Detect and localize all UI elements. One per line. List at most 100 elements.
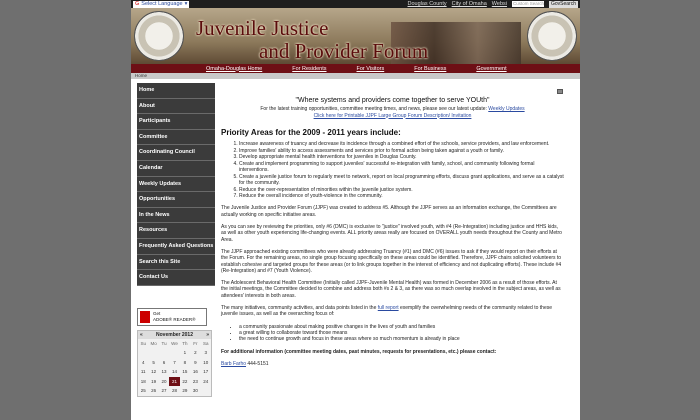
paragraph-behavioral-health: The Adolescent Behavioral Health Committ…: [221, 280, 561, 299]
main-nav: Omaha-Douglas Home For Residents For Vis…: [131, 64, 580, 73]
main-content: "Where systems and providers come togeth…: [217, 79, 574, 397]
calendar-day: [201, 386, 211, 396]
priority-list: Increase awareness of truancy and decrea…: [221, 141, 564, 199]
paragraph-committees: The JJPF approached existing committees …: [221, 248, 562, 274]
calendar-day[interactable]: 18: [138, 377, 148, 387]
sidebar-menu: Home About Participants Committee Coordi…: [137, 83, 215, 286]
calendar-month: November 2012: [156, 331, 193, 338]
calendar-day-of-week: Su: [140, 340, 146, 346]
calendar-day[interactable]: 4: [138, 358, 148, 368]
sidebar-item-participants[interactable]: Participants: [137, 114, 215, 130]
calendar-day[interactable]: 13: [159, 367, 169, 377]
sidebar-item-committee[interactable]: Committee: [137, 130, 215, 146]
priority-item: Create a juvenile justice forum to regul…: [239, 174, 564, 187]
calendar-day[interactable]: 28: [169, 386, 179, 396]
sidebar: Home About Participants Committee Coordi…: [131, 79, 217, 397]
print-icon[interactable]: [557, 89, 563, 94]
calendar-day[interactable]: 11: [138, 367, 148, 377]
contact-line: Barb Farho 444-5151: [221, 361, 564, 367]
calendar-day[interactable]: 26: [148, 386, 158, 396]
sidebar-item-faq[interactable]: Frequently Asked Questions: [137, 239, 215, 255]
calendar-day[interactable]: 16: [190, 367, 200, 377]
focus-list: a community passionate about making posi…: [221, 324, 564, 343]
sidebar-item-in-the-news[interactable]: In the News: [137, 208, 215, 224]
calendar-day[interactable]: 12: [148, 367, 158, 377]
calendar-day[interactable]: 6: [159, 358, 169, 368]
sidebar-item-opportunities[interactable]: Opportunities: [137, 192, 215, 208]
nav-for-visitors[interactable]: For Visitors: [342, 66, 400, 72]
douglas-county-link[interactable]: Douglas County: [408, 1, 447, 7]
calendar-grid: Su Mo Tu We Th Fr Sa 1 2 3 4 5 6 7 8 9 10 11 12 13 14 15 16 17 1…: [138, 339, 211, 396]
weekly-updates-link[interactable]: Weekly Updates: [488, 106, 524, 112]
select-language-label: Select Language: [141, 1, 183, 7]
sidebar-item-calendar[interactable]: Calendar: [137, 161, 215, 177]
sidebar-item-weekly-updates[interactable]: Weekly Updates: [137, 177, 215, 193]
additional-info-text: For additional information (committee me…: [221, 348, 497, 355]
calendar-day[interactable]: 19: [148, 377, 158, 387]
calendar-day-of-week: Th: [182, 340, 188, 346]
calendar-day[interactable]: 3: [201, 348, 211, 358]
priority-item: Reduce the overall incidence of youth-vi…: [239, 193, 564, 199]
sidebar-item-resources[interactable]: Resources: [137, 223, 215, 239]
language-selector[interactable]: G Select Language ▾: [133, 0, 190, 8]
sidebar-item-about[interactable]: About: [137, 99, 215, 115]
nav-for-residents[interactable]: For Residents: [277, 66, 341, 72]
calendar-day[interactable]: 27: [159, 386, 169, 396]
calendar-day: [148, 348, 158, 358]
sidebar-item-coordinating-council[interactable]: Coordinating Council: [137, 145, 215, 161]
sidebar-item-contact-us[interactable]: Contact Us: [137, 270, 215, 286]
search-input[interactable]: Custom Search: [511, 1, 544, 7]
calendar-day[interactable]: 7: [169, 358, 179, 368]
calendar-prev-icon[interactable]: «: [140, 332, 143, 338]
calendar-day[interactable]: 14: [169, 367, 179, 377]
chevron-down-icon: ▾: [184, 1, 188, 7]
calendar-day[interactable]: 29: [180, 386, 190, 396]
calendar-day[interactable]: 21: [169, 376, 180, 387]
top-utility-bar: G Select Language ▾ Douglas County City …: [131, 0, 580, 8]
calendar-day-of-week: Fr: [193, 340, 198, 346]
contact-phone: 444-5151: [247, 360, 269, 367]
priority-item: Increase awareness of truancy and decrea…: [239, 141, 564, 147]
calendar-day: [159, 348, 169, 358]
calendar-day[interactable]: 15: [180, 367, 190, 377]
city-seal-icon: [527, 11, 577, 61]
city-of-omaha-link[interactable]: City of Omaha: [452, 1, 487, 7]
paragraph-jjpf-created: The Juvenile Justice and Provider Forum …: [221, 205, 557, 218]
gosearch-button[interactable]: GovSearch: [548, 0, 578, 8]
calendar-day[interactable]: 10: [201, 358, 211, 368]
calendar-day[interactable]: 23: [190, 377, 200, 387]
priority-heading: Priority Areas for the 2009 - 2011 years…: [221, 128, 401, 137]
sidebar-item-home[interactable]: Home: [137, 83, 215, 99]
invitation-link[interactable]: Click here for Printable JJPF Large Grou…: [314, 113, 472, 119]
calendar-day[interactable]: 5: [148, 358, 158, 368]
paragraph-initiatives: The many initiatives, community activiti…: [221, 305, 564, 318]
paragraph-priorities-review: As you can see by reviewing the prioriti…: [221, 224, 562, 243]
page: G Select Language ▾ Douglas County City …: [131, 0, 580, 420]
nav-government[interactable]: Government: [461, 66, 521, 72]
calendar-day[interactable]: 25: [138, 386, 148, 396]
header-banner: Juvenile Justice and Provider Forum: [131, 8, 580, 64]
calendar-day[interactable]: 1: [180, 348, 190, 358]
calendar-day: [138, 348, 148, 358]
calendar-day[interactable]: 20: [159, 377, 169, 387]
slogan: "Where systems and providers come togeth…: [295, 97, 490, 104]
priority-item: Create and implement programming to supp…: [239, 161, 564, 174]
calendar-day[interactable]: 9: [190, 358, 200, 368]
calendar-day[interactable]: 22: [180, 377, 190, 387]
calendar-next-icon[interactable]: »: [206, 332, 209, 338]
website-link[interactable]: Websi: [492, 1, 507, 7]
calendar-day[interactable]: 2: [190, 348, 200, 358]
priority-item: Improve families' ability to access asse…: [239, 148, 564, 154]
nav-omaha-douglas-home[interactable]: Omaha-Douglas Home: [191, 66, 277, 72]
calendar-day[interactable]: 30: [190, 386, 200, 396]
nav-for-business[interactable]: For Business: [399, 66, 461, 72]
contact-name-link[interactable]: Barb Farho: [221, 361, 246, 367]
full-report-link[interactable]: full report: [378, 305, 399, 311]
calendar-day[interactable]: 17: [201, 367, 211, 377]
douglas-county-seal-icon: [134, 11, 184, 61]
calendar-day-of-week: We: [171, 340, 178, 346]
adobe-reader-button[interactable]: Get ADOBE® READER®: [137, 307, 207, 326]
calendar-day[interactable]: 24: [201, 377, 211, 387]
sidebar-item-search[interactable]: Search this Site: [137, 255, 215, 271]
calendar-day[interactable]: 8: [180, 358, 190, 368]
